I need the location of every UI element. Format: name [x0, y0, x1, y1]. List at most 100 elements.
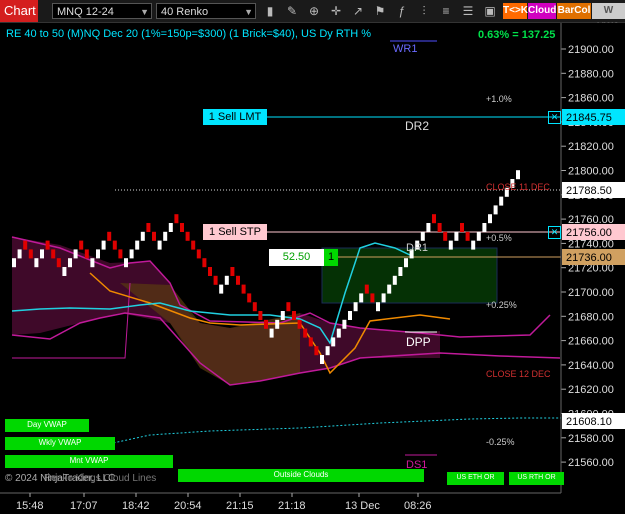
instrument-selector[interactable]: MNQ 12-24 ▼	[52, 3, 152, 19]
instrument-value: MNQ 12-24	[57, 6, 114, 18]
renko-brick	[28, 249, 33, 259]
renko-brick	[404, 258, 408, 268]
renko-brick	[359, 293, 364, 303]
sell-stp-order[interactable]: 1 Sell STP	[203, 224, 267, 240]
renko-brick	[90, 258, 95, 268]
close-icon[interactable]: ✕	[548, 226, 561, 239]
vwap-button[interactable]: W VWA	[592, 3, 625, 32]
data-series-icon[interactable]: ⫶	[416, 3, 432, 19]
renko-brick	[56, 258, 61, 268]
renko-brick	[112, 240, 117, 250]
mnt-vwap-panel: Mnt VWAP	[5, 455, 173, 468]
position-pl[interactable]: 52.50	[269, 249, 324, 266]
dpp-label: DPP	[406, 335, 431, 349]
renko-brick	[348, 311, 352, 320]
renko-brick	[252, 302, 257, 312]
chevron-down-icon: ▼	[244, 7, 253, 17]
snapshot-icon[interactable]: ▣	[482, 3, 498, 19]
wr1-label: WR1	[393, 43, 418, 55]
price-tick-label: 21900.00	[568, 44, 614, 56]
renko-brick	[62, 267, 67, 276]
renko-brick	[129, 249, 134, 259]
time-tick-label: 20:54	[174, 500, 202, 512]
dr1-label: DR1	[406, 242, 429, 254]
renko-brick	[79, 240, 84, 250]
renko-brick	[219, 284, 224, 294]
renko-brick	[342, 319, 347, 329]
chart-title: RE 40 to 50 (M)NQ Dec 20 (1%=150p=$300) …	[6, 28, 372, 40]
time-tick-label: 17:07	[70, 500, 98, 512]
renko-brick	[12, 258, 16, 268]
renko-brick	[68, 258, 72, 268]
chart-tab[interactable]: Chart	[0, 0, 38, 22]
last-price-flag: 21788.50	[566, 185, 612, 197]
renko-brick	[208, 267, 212, 276]
brand-overlay: Renko Kings Cloud Lines	[44, 473, 157, 484]
price-tick-label: 21620.00	[568, 384, 614, 396]
sell-stp-flag: 21756.00	[566, 227, 612, 239]
chart-area[interactable]: 21900.0021880.0021860.0021840.0021820.00…	[0, 23, 625, 514]
price-tick-label: 21580.00	[568, 433, 614, 445]
time-tick-label: 15:48	[16, 500, 44, 512]
renko-brick	[376, 302, 380, 312]
chevron-down-icon: ▼	[140, 7, 149, 17]
renko-brick	[336, 328, 341, 338]
renko-brick	[387, 284, 392, 294]
pencil-icon[interactable]: ✎	[284, 3, 300, 19]
draw-tool-icon[interactable]: ↗	[350, 3, 366, 19]
renko-brick	[448, 240, 453, 250]
renko-brick	[331, 337, 336, 347]
wkly-vwap-panel: Wkly VWAP	[5, 437, 115, 450]
renko-brick	[443, 231, 448, 241]
close-icon[interactable]: ✕	[548, 111, 561, 124]
renko-brick	[398, 267, 403, 276]
renko-brick	[34, 258, 39, 268]
renko-brick	[45, 240, 50, 250]
position-box	[321, 247, 498, 304]
template-icon[interactable]: ☰	[460, 3, 476, 19]
renko-brick	[124, 258, 128, 268]
renko-brick	[269, 328, 274, 338]
renko-brick	[280, 311, 285, 320]
renko-brick	[40, 249, 44, 259]
close-11-label: CLOSE 11 DEC	[486, 182, 550, 192]
renko-brick	[303, 328, 308, 338]
change-readout: 0.63% = 137.25	[478, 29, 556, 41]
us-rth-or-panel: US RTH OR	[509, 472, 564, 485]
pct-plus-05-label: +0.5%	[486, 233, 512, 243]
pct-plus-1-label: +1.0%	[486, 94, 512, 104]
renko-brick	[314, 346, 319, 356]
renko-brick	[476, 231, 481, 241]
price-tick-label: 21820.00	[568, 141, 614, 153]
renko-brick	[392, 275, 397, 285]
bar-type-selector[interactable]: 40 Renko ▼	[156, 3, 256, 19]
zoom-in-icon[interactable]: ⊕	[306, 3, 322, 19]
indicators-icon[interactable]: ƒ	[394, 3, 410, 19]
renko-brick	[364, 284, 369, 294]
cloud-button[interactable]: Cloud	[528, 3, 556, 19]
price-tick-label: 21660.00	[568, 336, 614, 348]
crosshair-icon[interactable]: ✛	[328, 3, 344, 19]
sell-lmt-flag: 21845.75	[566, 112, 612, 124]
barcol-button[interactable]: BarCol	[557, 3, 591, 19]
renko-brick	[465, 231, 470, 241]
price-tick-label: 21560.00	[568, 457, 614, 469]
tk-button[interactable]: T<>K	[503, 3, 528, 19]
bar-chart-icon[interactable]: ▮	[262, 3, 278, 19]
price-tick-label: 21700.00	[568, 287, 614, 299]
properties-icon[interactable]: ≡	[438, 3, 454, 19]
dr2-label: DR2	[405, 119, 430, 133]
renko-brick	[381, 293, 386, 303]
us-eth-or-panel: US ETH OR	[447, 472, 504, 485]
time-tick-label: 21:18	[278, 500, 306, 512]
renko-brick	[236, 275, 240, 285]
renko-brick	[325, 346, 330, 356]
renko-brick	[437, 223, 442, 232]
time-tick-label: 08:26	[404, 500, 432, 512]
renko-brick	[370, 293, 375, 303]
strategy-icon[interactable]: ⚑	[372, 3, 388, 19]
position-quantity[interactable]: 1	[324, 249, 338, 266]
sell-lmt-order[interactable]: 1 Sell LMT	[203, 109, 267, 125]
renko-brick	[488, 214, 492, 224]
renko-brick	[135, 240, 140, 250]
